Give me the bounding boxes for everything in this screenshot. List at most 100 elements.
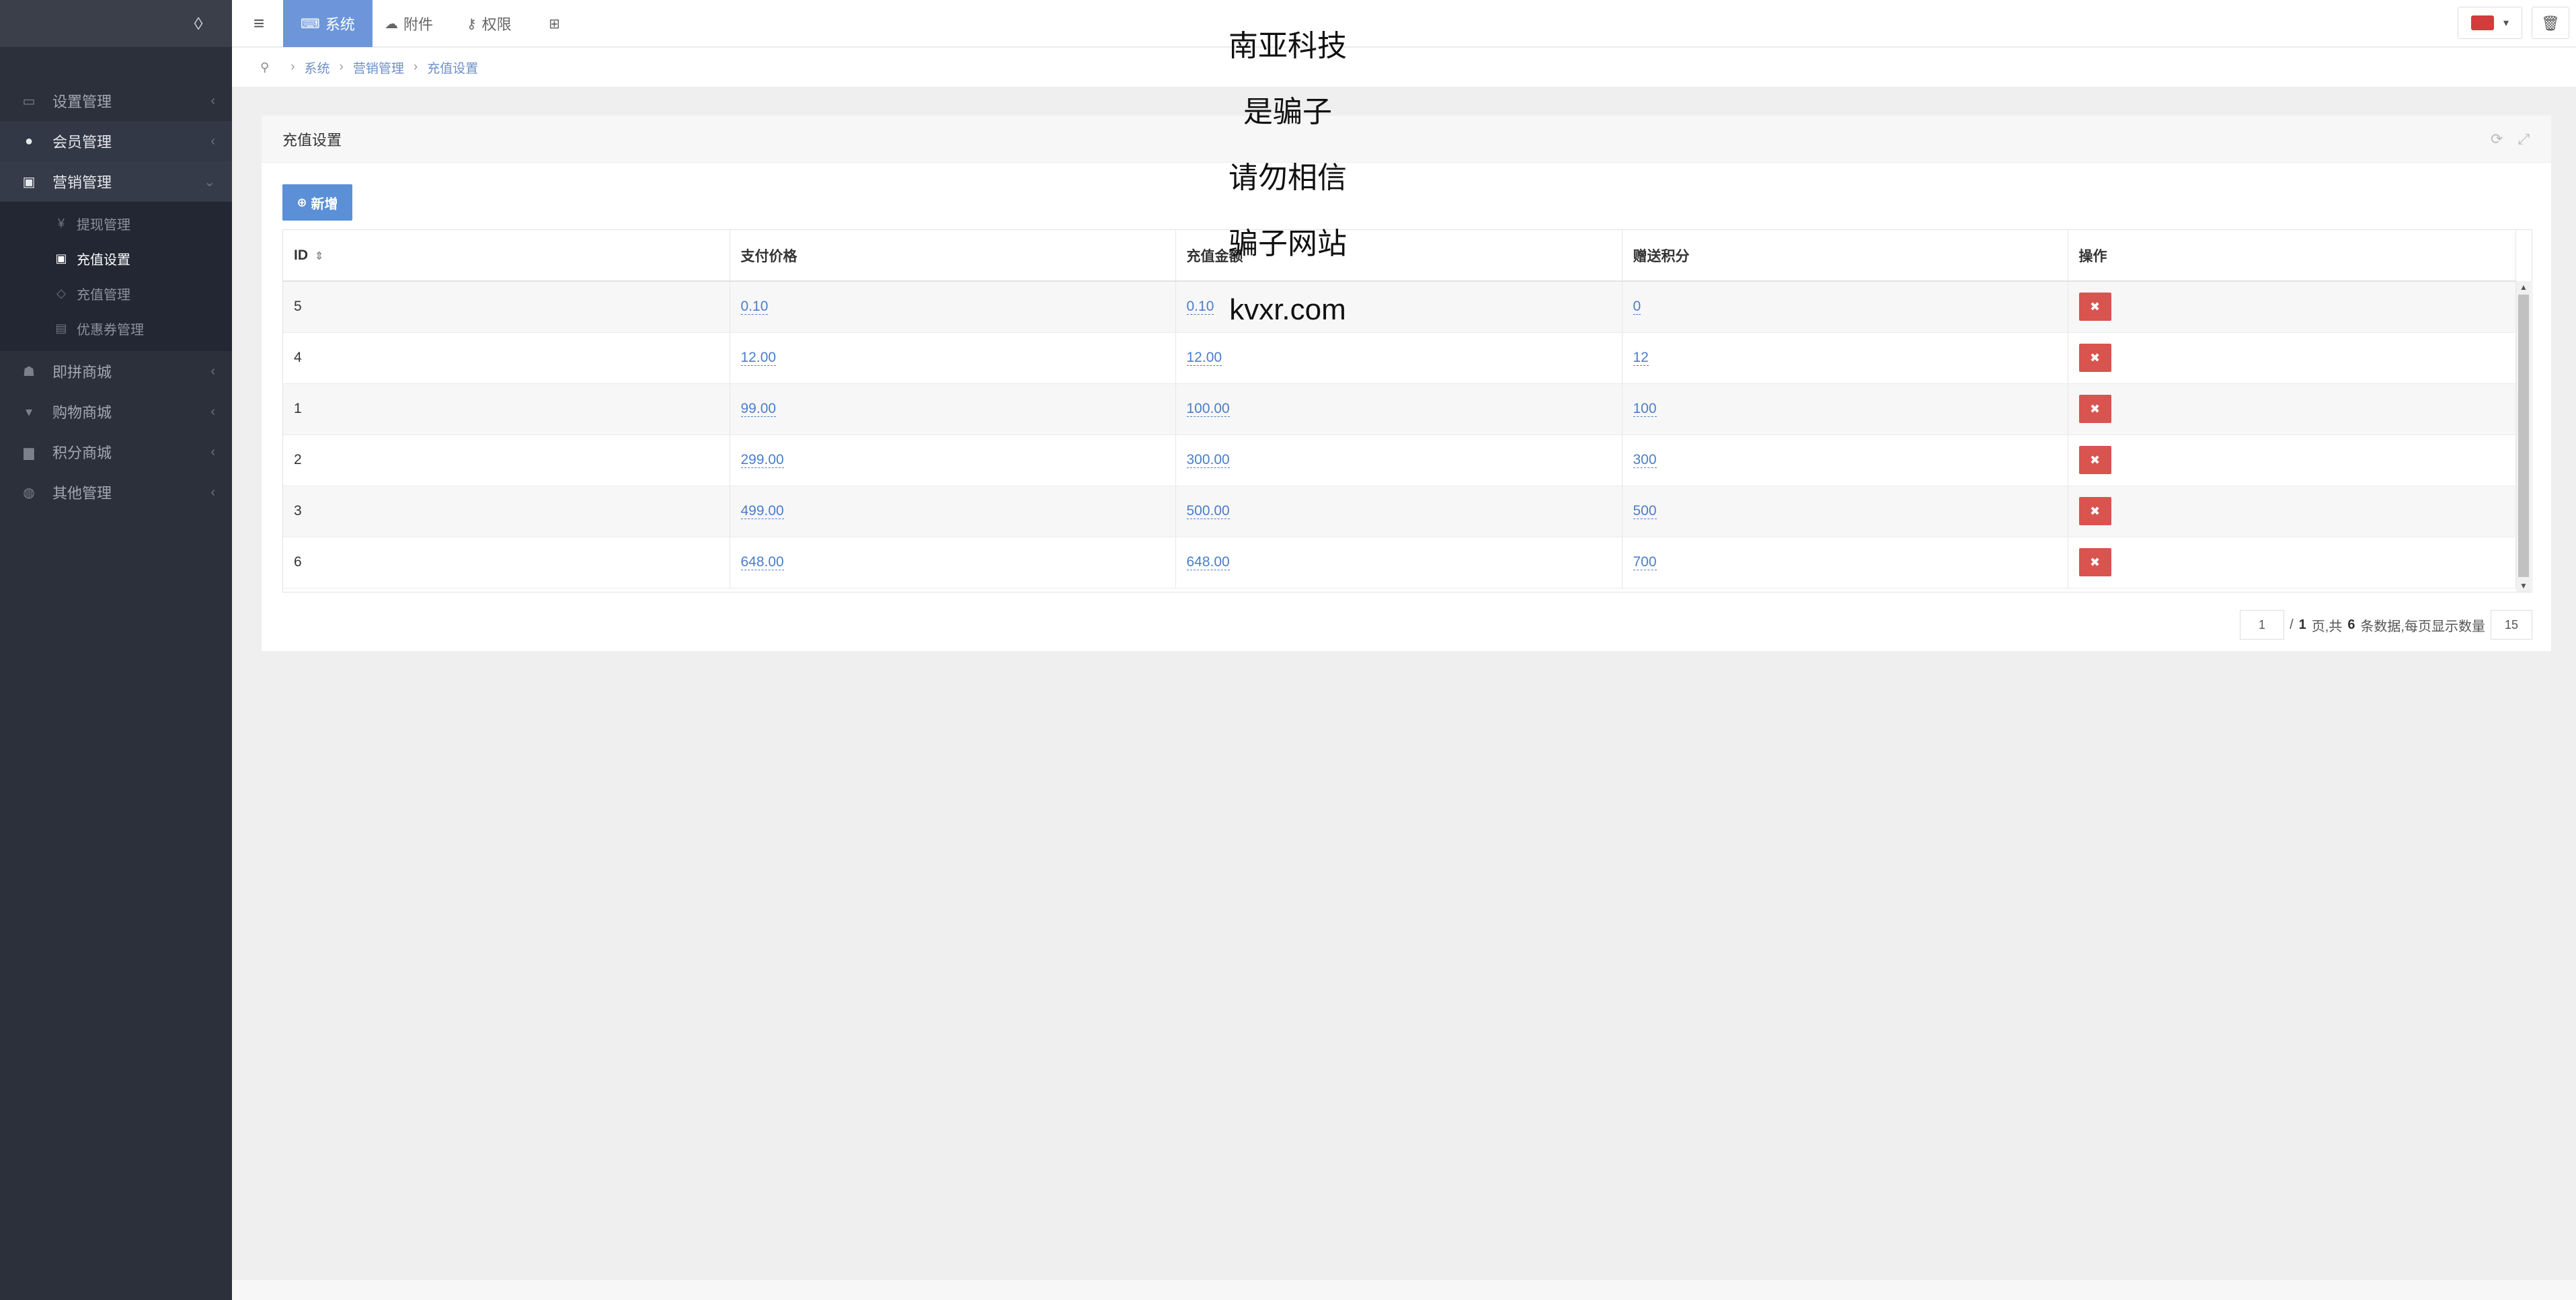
- cell-actions: ✖: [2068, 486, 2516, 537]
- cell-points: 0: [1622, 281, 2068, 333]
- cell-points: 700: [1622, 537, 2068, 588]
- delete-button[interactable]: ✖: [2078, 293, 2111, 321]
- submenu-item-withdraw[interactable]: ¥ 提现管理: [0, 206, 232, 241]
- cell-actions: ✖: [2068, 434, 2516, 486]
- total-records: 6: [2347, 617, 2355, 632]
- folder-icon: ▭: [22, 93, 36, 109]
- yen-icon: ¥: [57, 216, 65, 230]
- refresh-icon[interactable]: ⟳: [2491, 130, 2503, 148]
- editable-amount[interactable]: 12.00: [1186, 350, 1222, 366]
- table-row: 1 99.00 100.00 100 ✖: [283, 383, 2516, 435]
- editable-amount[interactable]: 300.00: [1186, 452, 1230, 468]
- breadcrumb-item-marketing[interactable]: 营销管理: [353, 59, 404, 77]
- overlay-line: kvxr.com: [1229, 293, 1346, 326]
- sidebar-item-label: 设置管理: [52, 93, 112, 110]
- sidebar-item-marketing[interactable]: ▣ 营销管理 ⌄: [0, 161, 232, 202]
- current-page-input[interactable]: 1: [2240, 610, 2285, 640]
- table-row: 2 299.00 300.00 300 ✖: [283, 434, 2516, 486]
- cell-price: 648.00: [730, 537, 1176, 588]
- cell-price: 12.00: [730, 332, 1176, 384]
- sidebar-item-group-buy[interactable]: ☗ 即拼商城 ‹: [0, 351, 232, 391]
- delete-button[interactable]: ✖: [2078, 497, 2111, 525]
- table-header-row: ID ⇕ 支付价格 充值金额 赠送积分 操作: [283, 230, 2516, 282]
- chevron-left-icon: ‹: [210, 93, 215, 108]
- sidebar-item-label: 其他管理: [52, 485, 112, 502]
- sidebar-item-shop[interactable]: ▾ 购物商城 ‹: [0, 391, 232, 432]
- breadcrumb-item-system[interactable]: 系统: [305, 59, 330, 77]
- add-button-label: 新增: [311, 196, 338, 212]
- editable-points[interactable]: 0: [1633, 299, 1641, 315]
- hamburger-menu-icon[interactable]: ≡: [245, 12, 272, 35]
- sidebar-item-settings[interactable]: ▭ 设置管理 ‹: [0, 81, 232, 121]
- breadcrumb: ⚲ › 系统 › 营销管理 › 充值设置: [232, 48, 2576, 87]
- delete-button[interactable]: ✖: [2078, 395, 2111, 423]
- cell-price: 499.00: [730, 486, 1176, 537]
- scroll-up-arrow-icon[interactable]: ▲: [2516, 281, 2531, 293]
- page-separator: /: [2290, 617, 2294, 632]
- cell-id: 4: [283, 332, 730, 384]
- panel-tools: ⟳ ⤢: [2491, 130, 2530, 148]
- column-header-actions: 操作: [2068, 230, 2516, 282]
- add-button[interactable]: ⊕ 新增: [282, 184, 352, 221]
- editable-amount[interactable]: 648.00: [1186, 554, 1230, 570]
- bag-icon: ▆: [24, 445, 34, 460]
- page-size-input[interactable]: 15: [2491, 610, 2532, 640]
- editable-points[interactable]: 300: [1633, 452, 1657, 468]
- cell-amount: 300.00: [1175, 434, 1623, 486]
- scroll-down-arrow-icon[interactable]: ▼: [2516, 580, 2531, 592]
- editable-points[interactable]: 500: [1633, 503, 1657, 519]
- theme-drop-icon[interactable]: ◊: [188, 13, 208, 34]
- column-header-label: ID: [294, 247, 308, 263]
- tab-attachments[interactable]: ☁ 附件: [367, 0, 451, 47]
- editable-price[interactable]: 0.10: [740, 299, 769, 315]
- editable-price[interactable]: 99.00: [740, 401, 777, 417]
- tab-apps[interactable]: ⊞: [531, 0, 583, 47]
- tab-permissions[interactable]: ⚷ 权限: [449, 0, 529, 47]
- sidebar-item-other[interactable]: ◍ 其他管理 ‹: [0, 472, 232, 512]
- column-header-id[interactable]: ID ⇕: [283, 230, 730, 282]
- keyboard-icon: ⌨: [301, 16, 320, 32]
- scrollbar-thumb[interactable]: [2518, 295, 2529, 577]
- breadcrumb-separator: ›: [339, 60, 344, 74]
- sidebar-item-points-shop[interactable]: ▆ 积分商城 ‹: [0, 432, 232, 472]
- delete-button[interactable]: ✖: [2078, 344, 2111, 372]
- submenu-item-recharge-management[interactable]: ◇ 充值管理: [0, 276, 232, 311]
- fullscreen-icon[interactable]: ⤢: [2518, 130, 2530, 148]
- breadcrumb-separator: ›: [413, 60, 418, 74]
- editable-price[interactable]: 12.00: [740, 350, 777, 366]
- editable-price[interactable]: 499.00: [740, 503, 784, 519]
- editable-points[interactable]: 100: [1633, 401, 1657, 417]
- submenu-item-coupons[interactable]: ▤ 优惠券管理: [0, 311, 232, 346]
- language-switcher[interactable]: ▾: [2458, 7, 2522, 39]
- cell-points: 100: [1622, 383, 2068, 435]
- cell-price: 299.00: [730, 434, 1176, 486]
- sort-icon[interactable]: ⇕: [315, 251, 323, 262]
- cell-amount: 648.00: [1175, 537, 1623, 588]
- clear-cache-button[interactable]: 🗑: [2532, 7, 2569, 39]
- tab-system[interactable]: ⌨ 系统: [283, 0, 373, 47]
- table-scrollbar[interactable]: ▲ ▼: [2516, 281, 2531, 592]
- editable-price[interactable]: 299.00: [740, 452, 784, 468]
- panel-header: 充值设置 ⟳ ⤢: [262, 116, 2551, 163]
- delete-button[interactable]: ✖: [2078, 548, 2111, 576]
- close-icon: ✖: [2089, 504, 2101, 518]
- editable-price[interactable]: 648.00: [740, 554, 784, 570]
- breadcrumb-item-recharge-settings[interactable]: 充值设置: [427, 59, 478, 77]
- close-icon: ✖: [2089, 299, 2101, 313]
- delete-button[interactable]: ✖: [2078, 446, 2111, 474]
- submenu-item-recharge-settings[interactable]: ▣ 充值设置: [0, 241, 232, 276]
- editable-points[interactable]: 12: [1633, 350, 1649, 366]
- cell-actions: ✖: [2068, 332, 2516, 384]
- overlay-warning-text: 南亚科技 是骗子 请勿相信 骗子网站 kvxr.com: [1200, 13, 1375, 343]
- table-row: 5 0.10 0.10 0 ✖: [283, 281, 2516, 333]
- editable-points[interactable]: 700: [1633, 554, 1657, 570]
- editable-amount[interactable]: 500.00: [1186, 503, 1230, 519]
- footer: [232, 1280, 2576, 1300]
- editable-amount[interactable]: 100.00: [1186, 401, 1230, 417]
- page-text: 页,共: [2311, 619, 2343, 634]
- table-row: 6 648.00 648.00 700 ✖: [283, 537, 2516, 588]
- chevron-left-icon: ‹: [210, 444, 215, 459]
- sidebar-item-members[interactable]: ● 会员管理 ‹: [0, 121, 232, 161]
- column-header-price: 支付价格: [730, 230, 1176, 282]
- close-icon: ✖: [2089, 402, 2101, 416]
